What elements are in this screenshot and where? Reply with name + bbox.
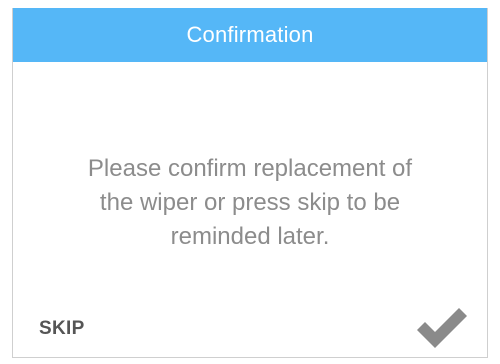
dialog-message: Please confirm replacement of the wiper … xyxy=(13,152,487,254)
dialog-title: Confirmation xyxy=(186,22,314,47)
skip-button[interactable]: SKIP xyxy=(39,318,85,340)
confirmation-dialog: Confirmation Please confirm replacement … xyxy=(12,8,488,358)
confirm-button[interactable] xyxy=(413,304,469,350)
checkmark-icon xyxy=(417,308,467,348)
message-line-3: reminded later. xyxy=(170,223,330,250)
dialog-header: Confirmation xyxy=(13,8,487,62)
message-line-2: the wiper or press skip to be xyxy=(99,189,401,216)
message-line-1: Please confirm replacement of xyxy=(87,155,413,182)
